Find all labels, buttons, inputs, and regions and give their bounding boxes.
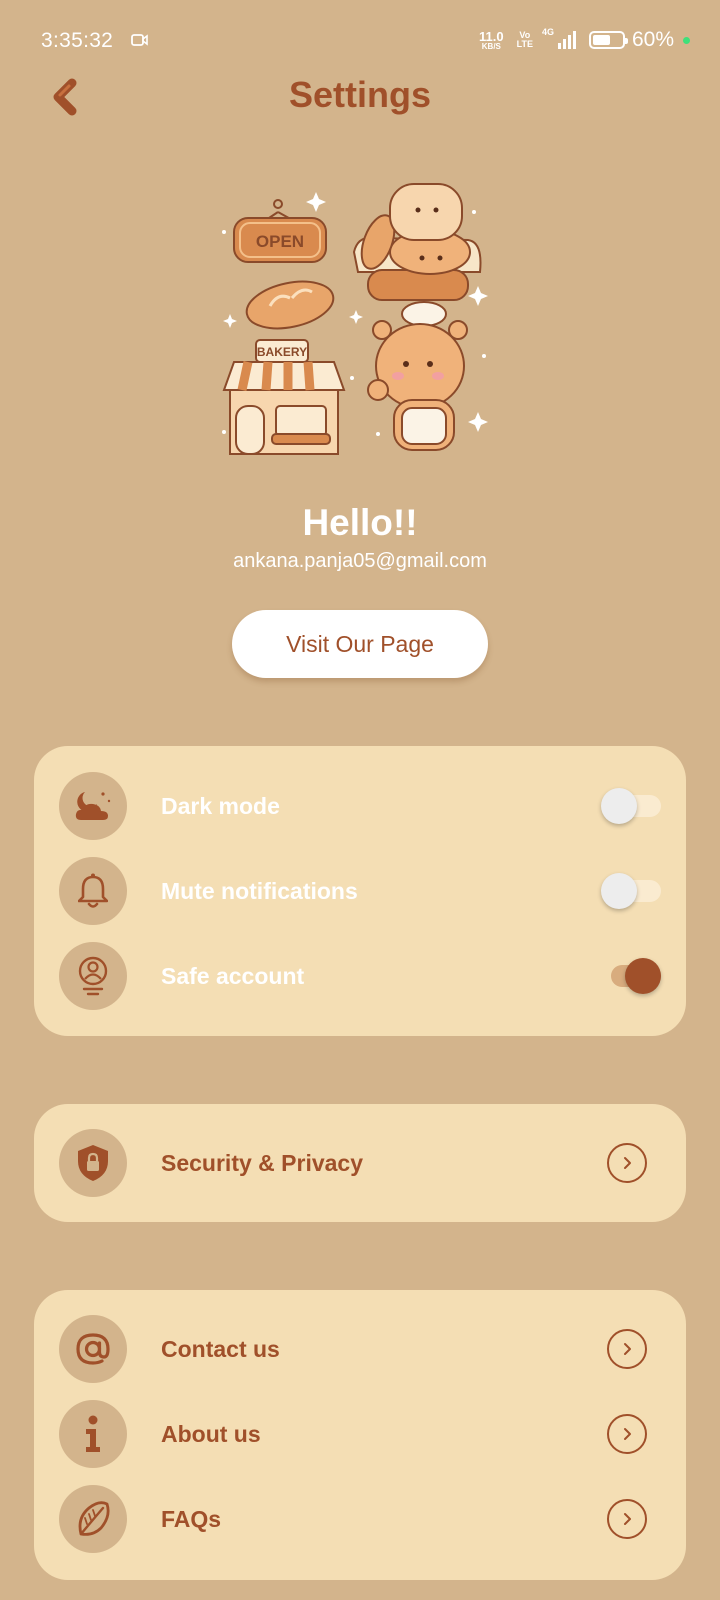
volte-indicator: Vo LTE [517,31,533,49]
info-card: Contact us About us FAQs [34,1290,686,1580]
security-card: Security & Privacy [34,1104,686,1222]
about-us-chevron-icon[interactable] [607,1414,647,1454]
volte-bottom: LTE [516,39,533,49]
security-privacy-row[interactable]: Security & Privacy [59,1129,661,1197]
privacy-indicator-dot [683,36,690,44]
contact-us-chevron-icon[interactable] [607,1329,647,1369]
contact-us-label: Contact us [161,1335,280,1362]
network-speed-value: 11.0 [479,28,504,44]
preferences-card: Dark mode Mute notifications Safe accoun… [34,746,686,1036]
status-time: 3:35:32 [41,29,114,52]
video-camera-icon [131,32,149,53]
network-speed-unit: KB/S [481,41,501,51]
shield-lock-icon [59,1129,127,1197]
leaf-icon [59,1485,127,1553]
dark-mode-label: Dark mode [161,792,280,819]
info-icon [59,1400,127,1468]
bakery-illustration: OPEN BAKERY [222,183,488,455]
status-bar: 3:35:32 11.0 KB/S Vo LTE 4G 60% [0,0,720,84]
visit-page-button[interactable]: Visit Our Page [232,610,488,678]
account-icon [59,942,127,1010]
user-email: ankana.panja05@gmail.com [233,550,487,572]
signal-strength-icon: 4G [542,27,576,49]
mute-notifications-toggle[interactable] [601,871,661,911]
at-sign-icon [59,1315,127,1383]
battery-percent: 60% [631,28,674,51]
greeting: Hello!! [302,502,418,543]
faqs-chevron-icon[interactable] [607,1499,647,1539]
status-indicators: 11.0 KB/S Vo LTE 4G 60% [479,27,690,52]
dark-mode-row: Dark mode [59,772,661,840]
bakery-sign-text: BAKERY [257,345,307,359]
night-cloud-icon [59,772,127,840]
safe-account-toggle[interactable] [601,956,661,996]
mute-notifications-label: Mute notifications [161,877,358,904]
contact-us-row[interactable]: Contact us [59,1315,661,1383]
open-sign-text: OPEN [256,232,304,251]
battery-icon [588,31,628,49]
faqs-row[interactable]: FAQs [59,1485,661,1553]
about-us-row[interactable]: About us [59,1400,661,1468]
safe-account-label: Safe account [161,962,305,989]
faqs-label: FAQs [161,1505,222,1532]
network-type: 4G [541,27,554,37]
page-title: Settings [288,74,431,115]
security-privacy-label: Security & Privacy [161,1149,364,1176]
dark-mode-toggle[interactable] [601,786,661,826]
network-speed: 11.0 KB/S [479,30,504,51]
about-us-label: About us [161,1420,261,1447]
safe-account-row: Safe account [59,942,661,1010]
mute-notifications-row: Mute notifications [59,857,661,925]
bell-icon [59,857,127,925]
security-privacy-chevron-icon[interactable] [607,1143,647,1183]
